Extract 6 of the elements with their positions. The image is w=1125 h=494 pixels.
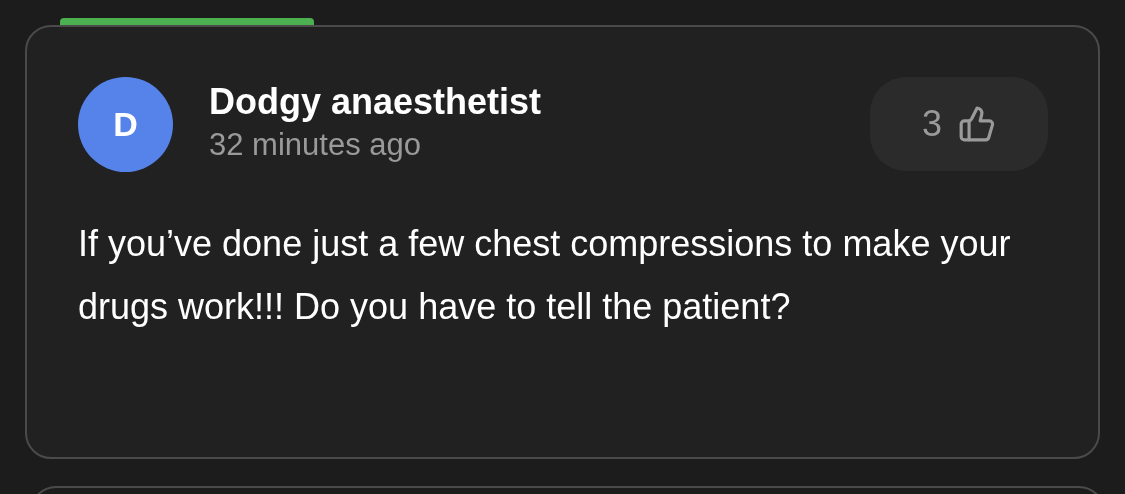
comment-text: If you’ve done just a few chest compressions to make your drugs work!!! Do you have to tell the patient? bbox=[78, 222, 1012, 329]
thumbs-up-icon bbox=[958, 105, 996, 143]
avatar: D bbox=[78, 77, 173, 172]
like-button[interactable]: 3 bbox=[870, 77, 1048, 171]
timestamp: 32 minutes ago bbox=[209, 126, 422, 164]
author-name: Dodgy anaesthetist bbox=[209, 80, 542, 124]
